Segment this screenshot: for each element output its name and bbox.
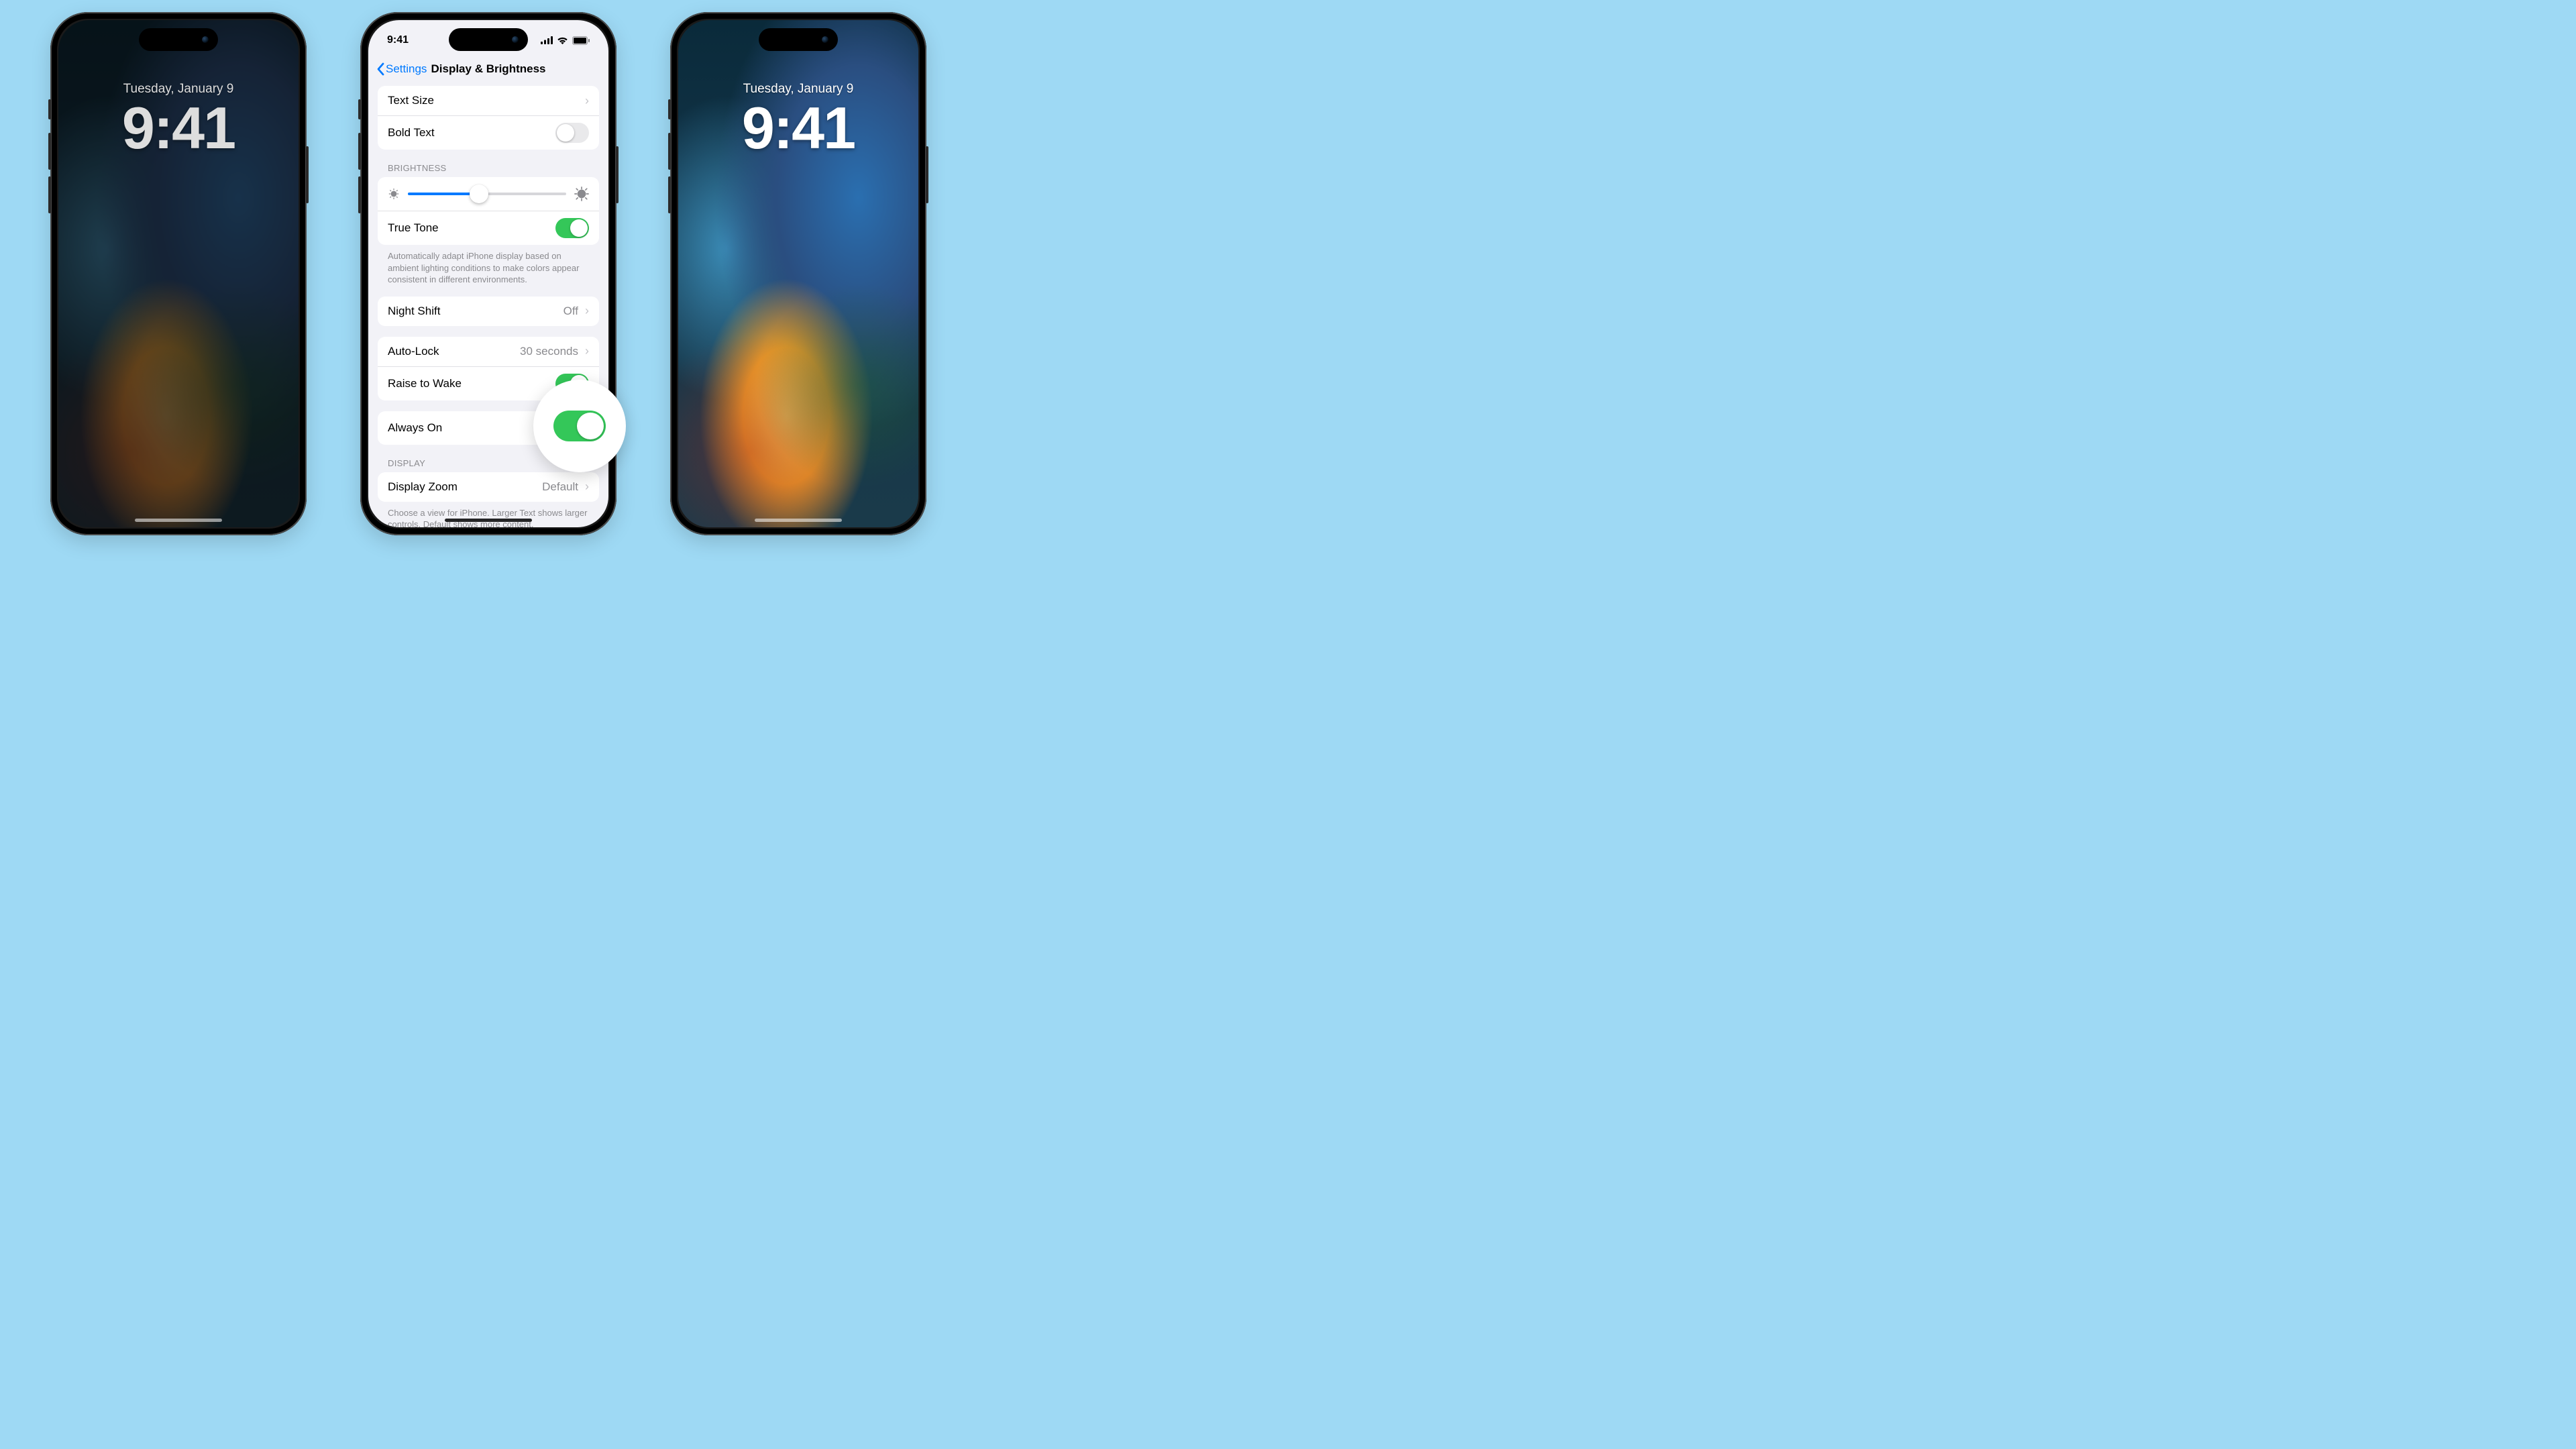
phone-right-bright: Tuesday, January 9 9:41 [670, 12, 926, 535]
chevron-left-icon [376, 62, 384, 76]
row-label: Night Shift [388, 305, 440, 318]
toggle-true-tone[interactable] [555, 218, 589, 238]
toggle-bold-text[interactable] [555, 123, 589, 143]
row-auto-lock[interactable]: Auto-Lock 30 seconds › [378, 337, 599, 366]
footer-true-tone: Automatically adapt iPhone display based… [378, 245, 599, 286]
row-value: Default [542, 480, 578, 494]
magnifier-callout [533, 380, 626, 472]
dynamic-island [139, 28, 218, 51]
phone-left-dimmed: Tuesday, January 9 9:41 [50, 12, 307, 535]
brightness-slider[interactable] [408, 193, 566, 195]
row-label: Raise to Wake [388, 377, 462, 390]
footer-display-zoom: Choose a view for iPhone. Larger Text sh… [378, 502, 599, 527]
row-value: 30 seconds [520, 345, 578, 358]
row-text-size[interactable]: Text Size › [378, 86, 599, 115]
row-value: Off [564, 305, 578, 318]
row-label: Always On [388, 421, 442, 435]
row-label: Bold Text [388, 126, 435, 140]
chevron-right-icon: › [585, 94, 589, 108]
toggle-always-on-magnified[interactable] [553, 411, 606, 441]
back-label: Settings [386, 62, 427, 76]
home-indicator[interactable] [755, 519, 842, 522]
camera-icon [202, 36, 209, 43]
camera-icon [822, 36, 828, 43]
page-title: Display & Brightness [431, 62, 546, 76]
chevron-right-icon: › [585, 480, 589, 494]
phone-center-settings: 9:41 Settings Display & Brightness Text … [360, 12, 616, 535]
battery-icon [572, 36, 590, 45]
group-night-shift: Night Shift Off › [378, 297, 599, 326]
back-button[interactable]: Settings [376, 62, 427, 76]
lock-time: 9:41 [678, 94, 918, 162]
dynamic-island [449, 28, 528, 51]
sun-low-icon [388, 188, 400, 200]
row-night-shift[interactable]: Night Shift Off › [378, 297, 599, 326]
row-display-zoom[interactable]: Display Zoom Default › [378, 472, 599, 502]
status-time: 9:41 [387, 34, 409, 46]
row-label: Display Zoom [388, 480, 458, 494]
wifi-icon [557, 36, 568, 44]
group-brightness: True Tone [378, 177, 599, 245]
sun-high-icon [574, 186, 589, 201]
row-label: Text Size [388, 94, 434, 107]
row-brightness-slider[interactable] [378, 177, 599, 211]
camera-icon [512, 36, 519, 43]
nav-bar: Settings Display & Brightness [368, 55, 608, 83]
lock-time: 9:41 [58, 94, 299, 162]
home-indicator[interactable] [445, 519, 532, 522]
home-indicator[interactable] [135, 519, 222, 522]
group-display-zoom: Display Zoom Default › [378, 472, 599, 502]
row-label: True Tone [388, 221, 439, 235]
section-header-brightness: BRIGHTNESS [378, 150, 599, 177]
row-true-tone[interactable]: True Tone [378, 211, 599, 245]
dynamic-island [759, 28, 838, 51]
chevron-right-icon: › [585, 344, 589, 358]
row-bold-text[interactable]: Bold Text [378, 115, 599, 150]
row-label: Auto-Lock [388, 345, 439, 358]
cellular-icon [541, 36, 553, 44]
group-text: Text Size › Bold Text [378, 86, 599, 150]
chevron-right-icon: › [585, 304, 589, 318]
